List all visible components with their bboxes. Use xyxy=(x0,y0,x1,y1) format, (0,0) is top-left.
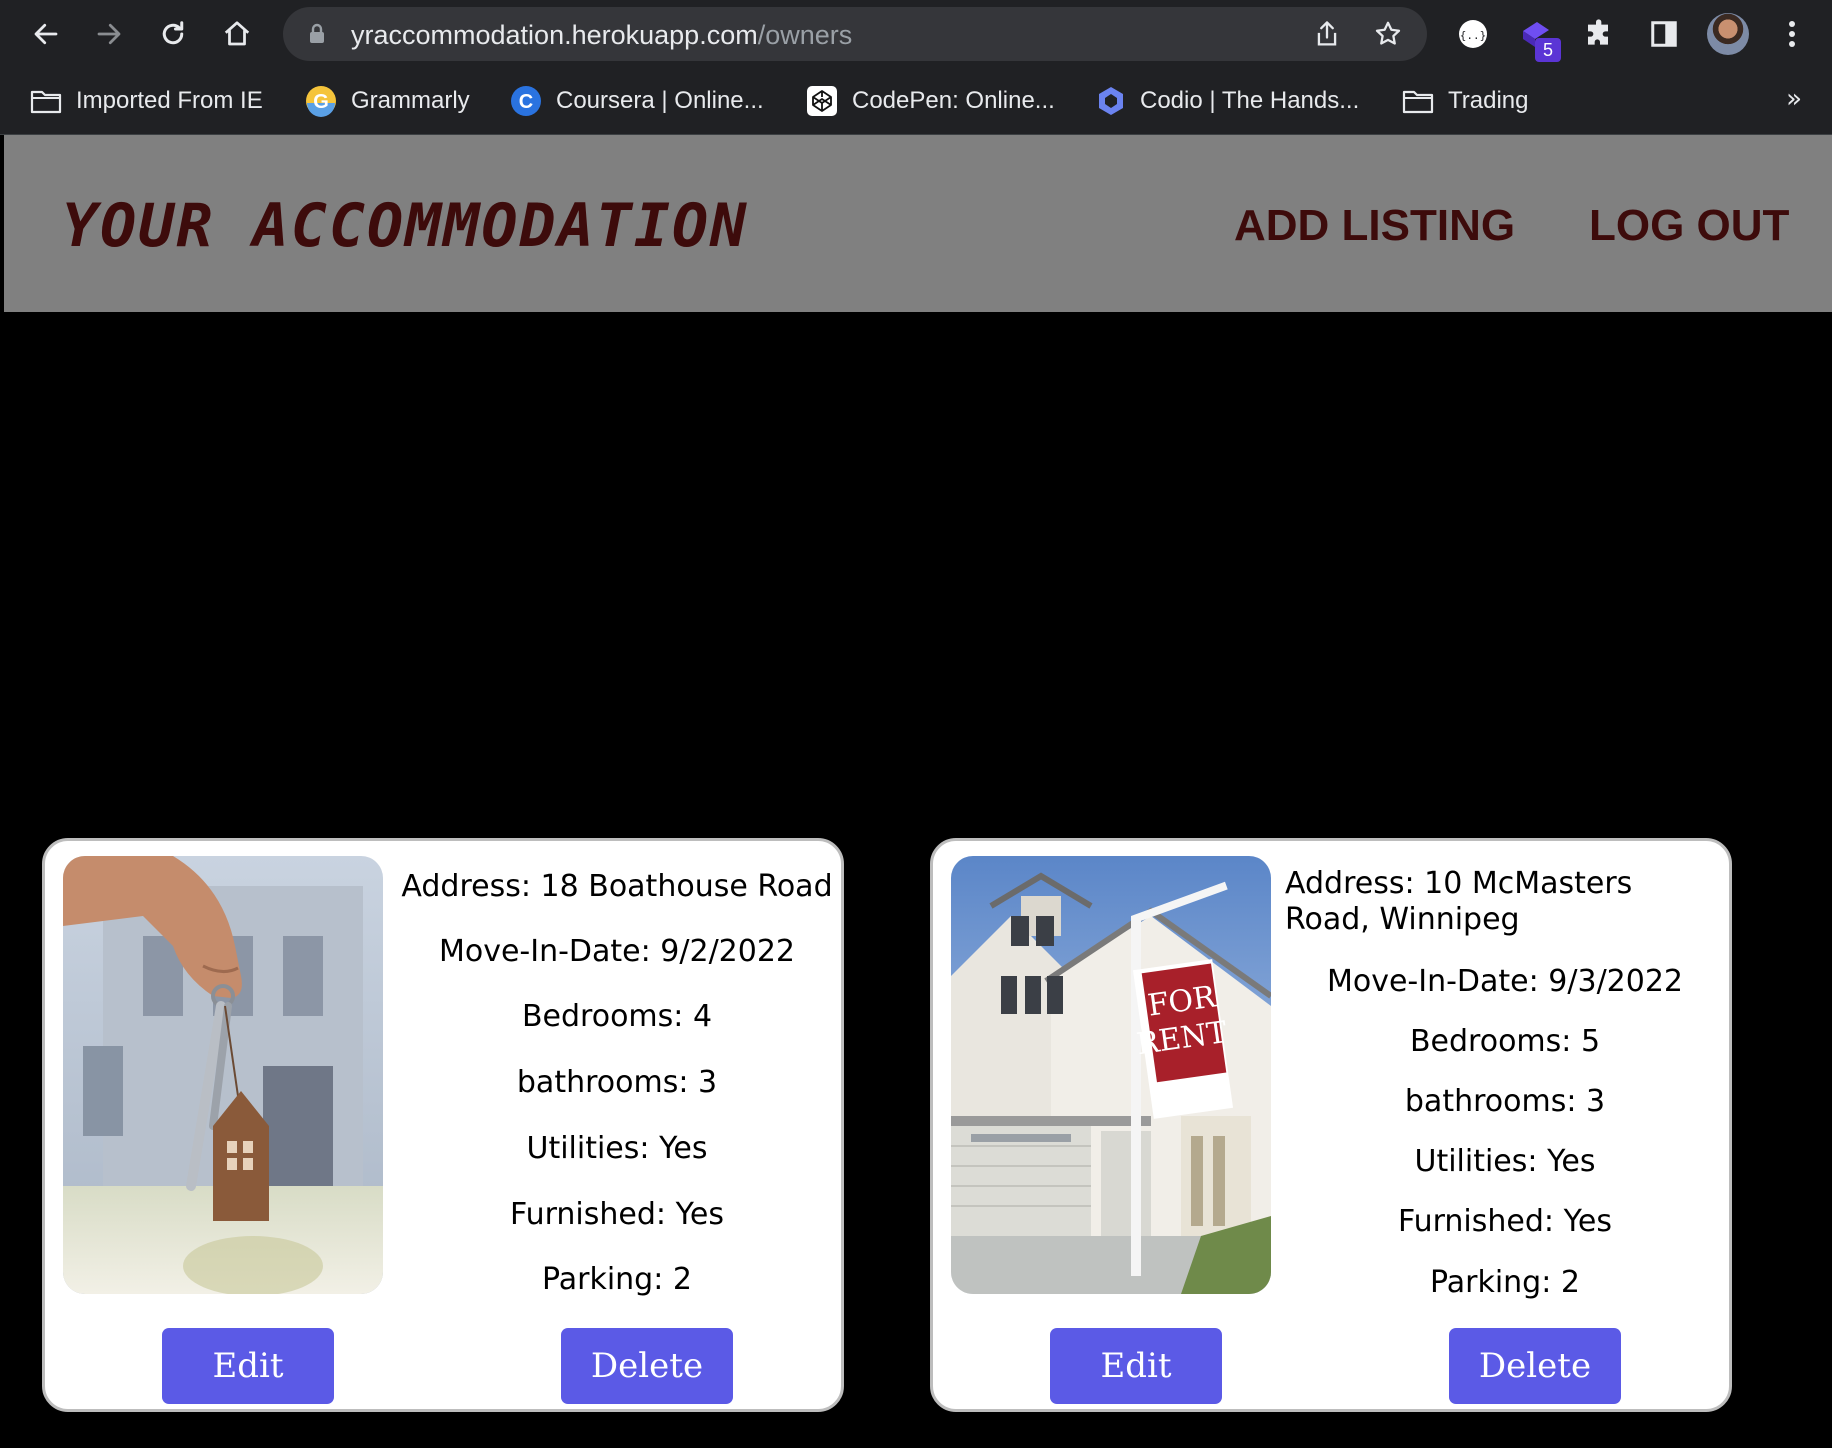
utilities-value: Yes xyxy=(1547,1144,1596,1179)
reload-button[interactable] xyxy=(153,14,193,54)
delete-button[interactable]: Delete xyxy=(1449,1328,1621,1404)
svg-text:C: C xyxy=(519,91,533,113)
bookmarks-overflow-button[interactable]: » xyxy=(1786,84,1802,114)
bookmark-star-icon[interactable] xyxy=(1373,19,1403,49)
parking-row: Parking: 2 xyxy=(542,1262,692,1297)
site-header: YOUR ACCOMMODATION ADD LISTING LOG OUT xyxy=(4,135,1832,312)
bedrooms-row: Bedrooms: 4 xyxy=(521,999,713,1034)
bookmark-label: Grammarly xyxy=(351,87,470,114)
furnished-value: Yes xyxy=(1563,1204,1613,1239)
reload-icon xyxy=(162,21,184,45)
share-icon[interactable] xyxy=(1313,19,1341,49)
address-row-continued: Road, Winnipeg xyxy=(1285,902,1725,937)
utilities-value: Yes xyxy=(659,1131,708,1166)
url-path: /owners xyxy=(757,20,853,50)
bookmark-grammarly[interactable]: G Grammarly xyxy=(305,82,470,120)
forward-arrow-icon xyxy=(97,23,121,45)
parking-row: Parking: 2 xyxy=(1430,1265,1580,1300)
edit-button[interactable]: Edit xyxy=(162,1328,334,1404)
bookmark-codio[interactable]: Codio | The Hands... xyxy=(1096,82,1359,120)
utilities-row: Utilities: Yes xyxy=(526,1131,708,1166)
furnished-row: Furnished: Yes xyxy=(1397,1204,1613,1239)
parking-value: 2 xyxy=(672,1262,692,1297)
puzzle-icon xyxy=(1588,19,1608,45)
add-listing-link[interactable]: ADD LISTING xyxy=(1234,201,1515,251)
move-in-value: 9/2/2022 xyxy=(660,934,796,969)
home-button[interactable] xyxy=(217,14,257,54)
house-keys-photo xyxy=(63,856,383,1294)
bathrooms-value: 3 xyxy=(698,1065,718,1100)
json-viewer-icon: {..} xyxy=(1459,20,1487,48)
listing-details: Address: 18 Boathouse Road Move-In-Date:… xyxy=(397,869,837,1309)
bedrooms-value: 4 xyxy=(692,999,713,1034)
bookmark-label: Trading xyxy=(1448,87,1529,114)
log-out-link[interactable]: LOG OUT xyxy=(1589,201,1789,251)
codepen-icon xyxy=(807,86,837,116)
listing-details: Address: 10 McMasters Road, Winnipeg Mov… xyxy=(1285,866,1725,1316)
address-value: 18 Boathouse Road xyxy=(540,869,833,904)
address-value-line1: 10 McMasters xyxy=(1424,866,1633,901)
bookmarks-bar: Imported From IE G Grammarly C Coursera … xyxy=(0,68,1832,135)
svg-text:G: G xyxy=(313,91,329,113)
listing-photo-keys xyxy=(63,856,383,1294)
address-row: Address: 10 McMasters xyxy=(1285,866,1633,901)
address-value-line2: Road, Winnipeg xyxy=(1285,902,1520,937)
browser-menu-button[interactable] xyxy=(1770,12,1814,56)
bedrooms-value: 5 xyxy=(1580,1024,1601,1059)
forward-button[interactable] xyxy=(89,14,129,54)
home-icon xyxy=(224,21,250,46)
profile-avatar[interactable] xyxy=(1707,13,1749,55)
listing-card: Address: 18 Boathouse Road Move-In-Date:… xyxy=(42,838,844,1412)
bookmark-imported-from-ie[interactable]: Imported From IE xyxy=(30,82,263,120)
side-panel-icon xyxy=(1651,21,1677,47)
browser-toolbar: yraccommodation.herokuapp.com/owners {..… xyxy=(0,0,1832,68)
grammarly-icon: G xyxy=(306,86,336,117)
bookmark-label: Codio | The Hands... xyxy=(1140,87,1360,114)
furnished-row: Furnished: Yes xyxy=(509,1197,725,1232)
lock-icon xyxy=(310,23,324,43)
url-text: yraccommodation.herokuapp.com/owners xyxy=(351,20,852,51)
for-rent-house-photo: FOR RENT xyxy=(951,856,1271,1294)
move-in-row: Move-In-Date: 9/3/2022 xyxy=(1326,964,1684,999)
bathrooms-value: 3 xyxy=(1586,1084,1606,1119)
edit-button[interactable]: Edit xyxy=(1050,1328,1222,1404)
bathrooms-row: bathrooms: 3 xyxy=(1404,1084,1606,1119)
address-row: Address: 18 Boathouse Road xyxy=(401,869,833,904)
move-in-row: Move-In-Date: 9/2/2022 xyxy=(438,934,796,969)
extension-badge: 5 xyxy=(1535,38,1561,62)
parking-value: 2 xyxy=(1560,1265,1580,1300)
listing-photo-for-rent: FOR RENT xyxy=(951,856,1271,1294)
bookmark-coursera[interactable]: C Coursera | Online... xyxy=(510,82,764,120)
side-panel-button[interactable] xyxy=(1642,12,1686,56)
site-title[interactable]: YOUR ACCOMMODATION xyxy=(62,191,748,261)
coursera-icon: C xyxy=(511,86,541,116)
bedrooms-row: Bedrooms: 5 xyxy=(1409,1024,1601,1059)
utilities-row: Utilities: Yes xyxy=(1414,1144,1596,1179)
listing-card: FOR RENT Address: 10 McMasters Road, Win… xyxy=(930,838,1732,1412)
extension-json-button[interactable]: {..} xyxy=(1451,12,1495,56)
move-in-value: 9/3/2022 xyxy=(1548,964,1684,999)
bookmark-label: CodePen: Online... xyxy=(852,87,1055,114)
bookmark-trading[interactable]: Trading xyxy=(1402,82,1528,120)
folder-icon xyxy=(1402,90,1434,114)
svg-text:{..}: {..} xyxy=(1460,29,1487,42)
delete-button[interactable]: Delete xyxy=(561,1328,733,1404)
codio-icon xyxy=(1099,87,1123,115)
back-arrow-icon xyxy=(34,23,58,45)
address-bar[interactable]: yraccommodation.herokuapp.com/owners xyxy=(283,7,1427,61)
kebab-menu-icon xyxy=(1789,21,1795,47)
folder-icon xyxy=(30,90,62,114)
bathrooms-row: bathrooms: 3 xyxy=(516,1065,718,1100)
furnished-value: Yes xyxy=(675,1197,725,1232)
extensions-button[interactable] xyxy=(1578,12,1622,56)
bookmark-label: Coursera | Online... xyxy=(556,87,764,114)
url-host: yraccommodation.herokuapp.com xyxy=(351,20,758,50)
back-button[interactable] xyxy=(26,14,66,54)
bookmark-codepen[interactable]: CodePen: Online... xyxy=(806,82,1055,120)
bookmark-label: Imported From IE xyxy=(76,87,263,114)
